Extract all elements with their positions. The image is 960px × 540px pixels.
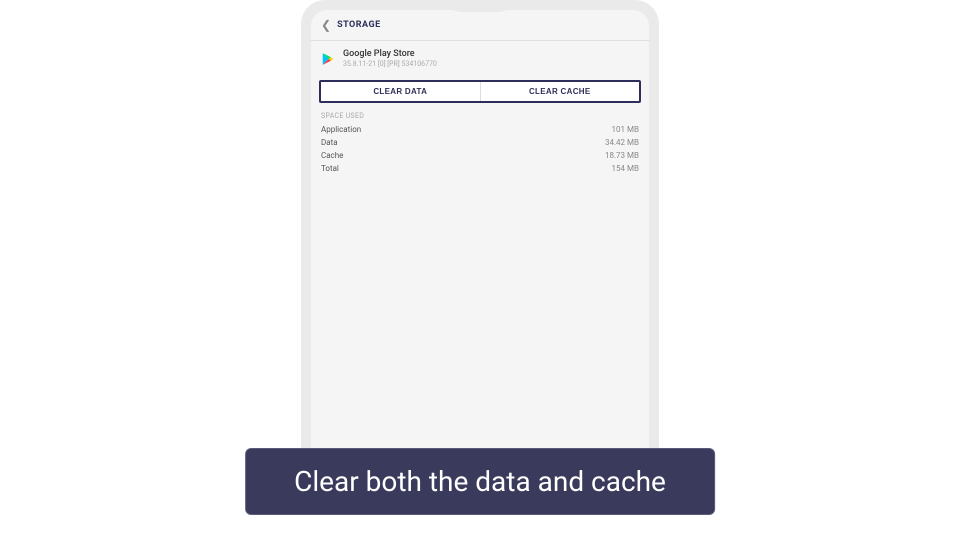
tablet-frame: ❮ STORAGE Google Play Store 35.8.11-21 [… xyxy=(301,0,659,480)
stat-row-total: Total 154 MB xyxy=(311,162,649,175)
page-title: STORAGE xyxy=(337,20,381,30)
stat-label: Total xyxy=(321,164,339,173)
stat-row-application: Application 101 MB xyxy=(311,123,649,136)
clear-cache-button[interactable]: CLEAR CACHE xyxy=(481,82,640,101)
app-version: 35.8.11-21 [0] [PR] 534106770 xyxy=(343,60,639,68)
action-button-row: CLEAR DATA CLEAR CACHE xyxy=(319,80,641,103)
app-info-row: Google Play Store 35.8.11-21 [0] [PR] 53… xyxy=(311,41,649,76)
stat-value: 34.42 MB xyxy=(605,138,639,147)
stat-value: 101 MB xyxy=(612,125,639,134)
stat-value: 154 MB xyxy=(612,164,639,173)
stat-label: Application xyxy=(321,125,361,134)
space-used-label: SPACE USED xyxy=(311,109,649,123)
app-name: Google Play Store xyxy=(343,49,639,59)
app-info: Google Play Store 35.8.11-21 [0] [PR] 53… xyxy=(343,49,639,68)
header-bar: ❮ STORAGE xyxy=(311,10,649,41)
stat-row-data: Data 34.42 MB xyxy=(311,136,649,149)
screen: ❮ STORAGE Google Play Store 35.8.11-21 [… xyxy=(311,10,649,470)
stat-label: Cache xyxy=(321,151,343,160)
stat-label: Data xyxy=(321,138,338,147)
device-notch xyxy=(445,0,515,12)
clear-data-button[interactable]: CLEAR DATA xyxy=(321,82,481,101)
instruction-caption: Clear both the data and cache xyxy=(245,448,715,515)
stat-row-cache: Cache 18.73 MB xyxy=(311,149,649,162)
stat-value: 18.73 MB xyxy=(605,151,639,160)
play-store-icon xyxy=(321,52,335,66)
back-icon[interactable]: ❮ xyxy=(321,18,331,32)
